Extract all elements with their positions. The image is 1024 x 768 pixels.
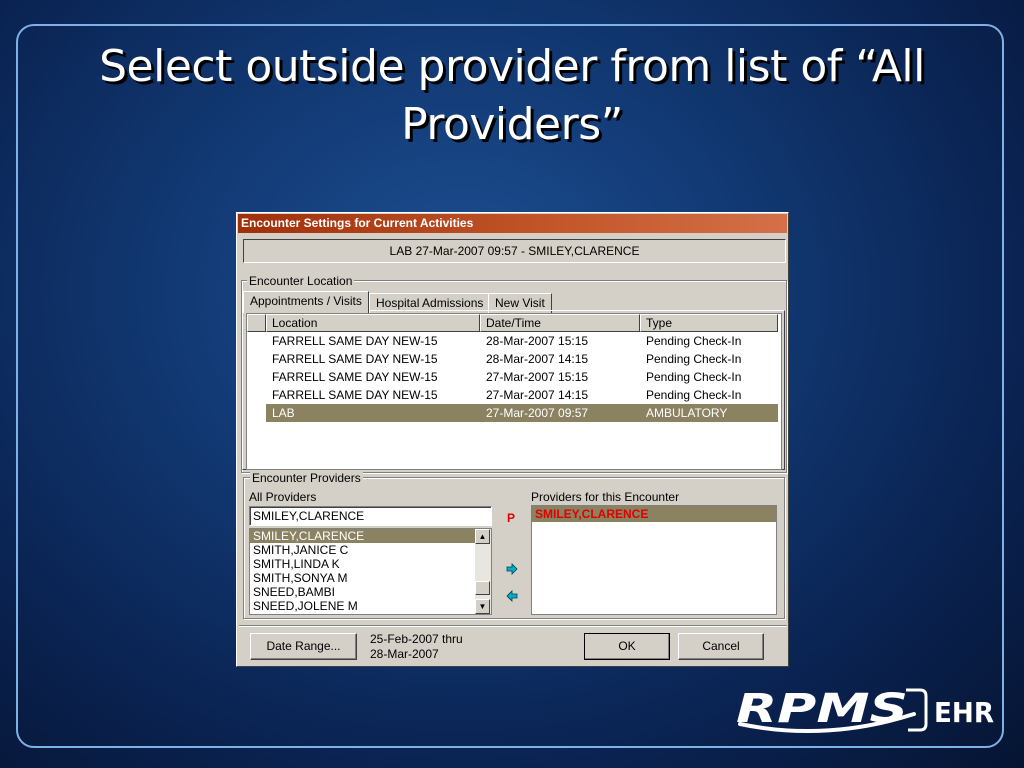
table-row-selected[interactable]: LAB 27-Mar-2007 09:57 AMBULATORY — [266, 404, 778, 422]
cell-datetime: 27-Mar-2007 15:15 — [486, 370, 589, 384]
provider-search-input[interactable] — [249, 506, 492, 526]
cell-type: Pending Check-In — [646, 370, 742, 384]
date-range-to: 28-Mar-2007 — [370, 647, 439, 661]
slide-title: Select outside provider from list of “Al… — [99, 41, 925, 150]
remove-provider-arrow-icon[interactable] — [505, 589, 519, 603]
cell-datetime: 27-Mar-2007 09:57 — [486, 406, 589, 420]
cell-type: Pending Check-In — [646, 388, 742, 402]
cell-location: FARRELL SAME DAY NEW-15 — [272, 388, 438, 402]
scroll-down-button[interactable]: ▼ — [475, 599, 490, 614]
cell-datetime: 28-Mar-2007 15:15 — [486, 334, 589, 348]
list-item[interactable]: SNEED,JOLENE M — [250, 599, 491, 613]
cell-location: FARRELL SAME DAY NEW-15 — [272, 370, 438, 384]
cell-location: FARRELL SAME DAY NEW-15 — [272, 334, 438, 348]
encounter-header: LAB 27-Mar-2007 09:57 - SMILEY,CLARENCE — [243, 239, 786, 263]
ok-button[interactable]: OK — [584, 633, 670, 660]
dialog-title-bar[interactable]: Encounter Settings for Current Activitie… — [238, 214, 787, 233]
date-range-from: 25-Feb-2007 thru — [370, 632, 463, 646]
rpms-ehr-logo: RPMS EHR — [736, 686, 994, 733]
table-row[interactable]: FARRELL SAME DAY NEW-15 27-Mar-2007 14:1… — [266, 386, 778, 404]
cancel-button[interactable]: Cancel — [678, 633, 764, 660]
grid-row-header-corner — [247, 314, 266, 332]
all-providers-list[interactable]: SMILEY,CLARENCE SMITH,JANICE C SMITH,LIN… — [249, 528, 492, 615]
encounter-settings-dialog: Encounter Settings for Current Activitie… — [236, 212, 789, 667]
logo-bracket — [906, 688, 928, 732]
add-provider-arrow-icon[interactable] — [505, 562, 519, 576]
cell-type: AMBULATORY — [646, 406, 728, 420]
encounter-providers-list[interactable]: SMILEY,CLARENCE — [531, 505, 777, 615]
logo-suffix: EHR — [934, 696, 994, 729]
encounter-grid[interactable]: Location Date/Time Type FARRELL SAME DAY… — [246, 313, 782, 470]
list-item[interactable]: SMITH,SONYA M — [250, 571, 491, 585]
cell-datetime: 27-Mar-2007 14:15 — [486, 388, 589, 402]
list-scrollbar[interactable]: ▲ ▼ — [475, 529, 491, 614]
cell-type: Pending Check-In — [646, 352, 742, 366]
cell-type: Pending Check-In — [646, 334, 742, 348]
bottom-divider — [239, 625, 787, 627]
encounter-providers-label-text: Providers for this Encounter — [531, 490, 680, 504]
all-providers-label: All Providers — [249, 490, 317, 504]
logo-brand: RPMS — [736, 686, 908, 732]
column-header-type[interactable]: Type — [640, 314, 778, 332]
column-header-location[interactable]: Location — [266, 314, 480, 332]
list-item[interactable]: SMILEY,CLARENCE — [250, 529, 478, 543]
scroll-thumb[interactable] — [475, 581, 490, 595]
table-row[interactable]: FARRELL SAME DAY NEW-15 28-Mar-2007 15:1… — [266, 332, 778, 350]
table-row[interactable]: FARRELL SAME DAY NEW-15 28-Mar-2007 14:1… — [266, 350, 778, 368]
encounter-location-label: Encounter Location — [247, 274, 355, 288]
table-row[interactable]: FARRELL SAME DAY NEW-15 27-Mar-2007 15:1… — [266, 368, 778, 386]
list-item[interactable]: SNEED,BAMBI — [250, 585, 491, 599]
cell-location: FARRELL SAME DAY NEW-15 — [272, 352, 438, 366]
cell-location: LAB — [272, 406, 295, 420]
scroll-up-button[interactable]: ▲ — [475, 529, 490, 544]
list-item[interactable]: SMITH,LINDA K — [250, 557, 491, 571]
date-range-button[interactable]: Date Range... — [250, 633, 357, 660]
list-item[interactable]: SMITH,JANICE C — [250, 543, 491, 557]
encounter-providers-label: Encounter Providers — [250, 471, 363, 485]
tab-appointments-visits[interactable]: Appointments / Visits — [243, 291, 369, 313]
cell-datetime: 28-Mar-2007 14:15 — [486, 352, 589, 366]
primary-provider-marker: P — [507, 511, 516, 525]
list-item-primary-provider[interactable]: SMILEY,CLARENCE — [532, 506, 776, 522]
column-header-datetime[interactable]: Date/Time — [480, 314, 640, 332]
